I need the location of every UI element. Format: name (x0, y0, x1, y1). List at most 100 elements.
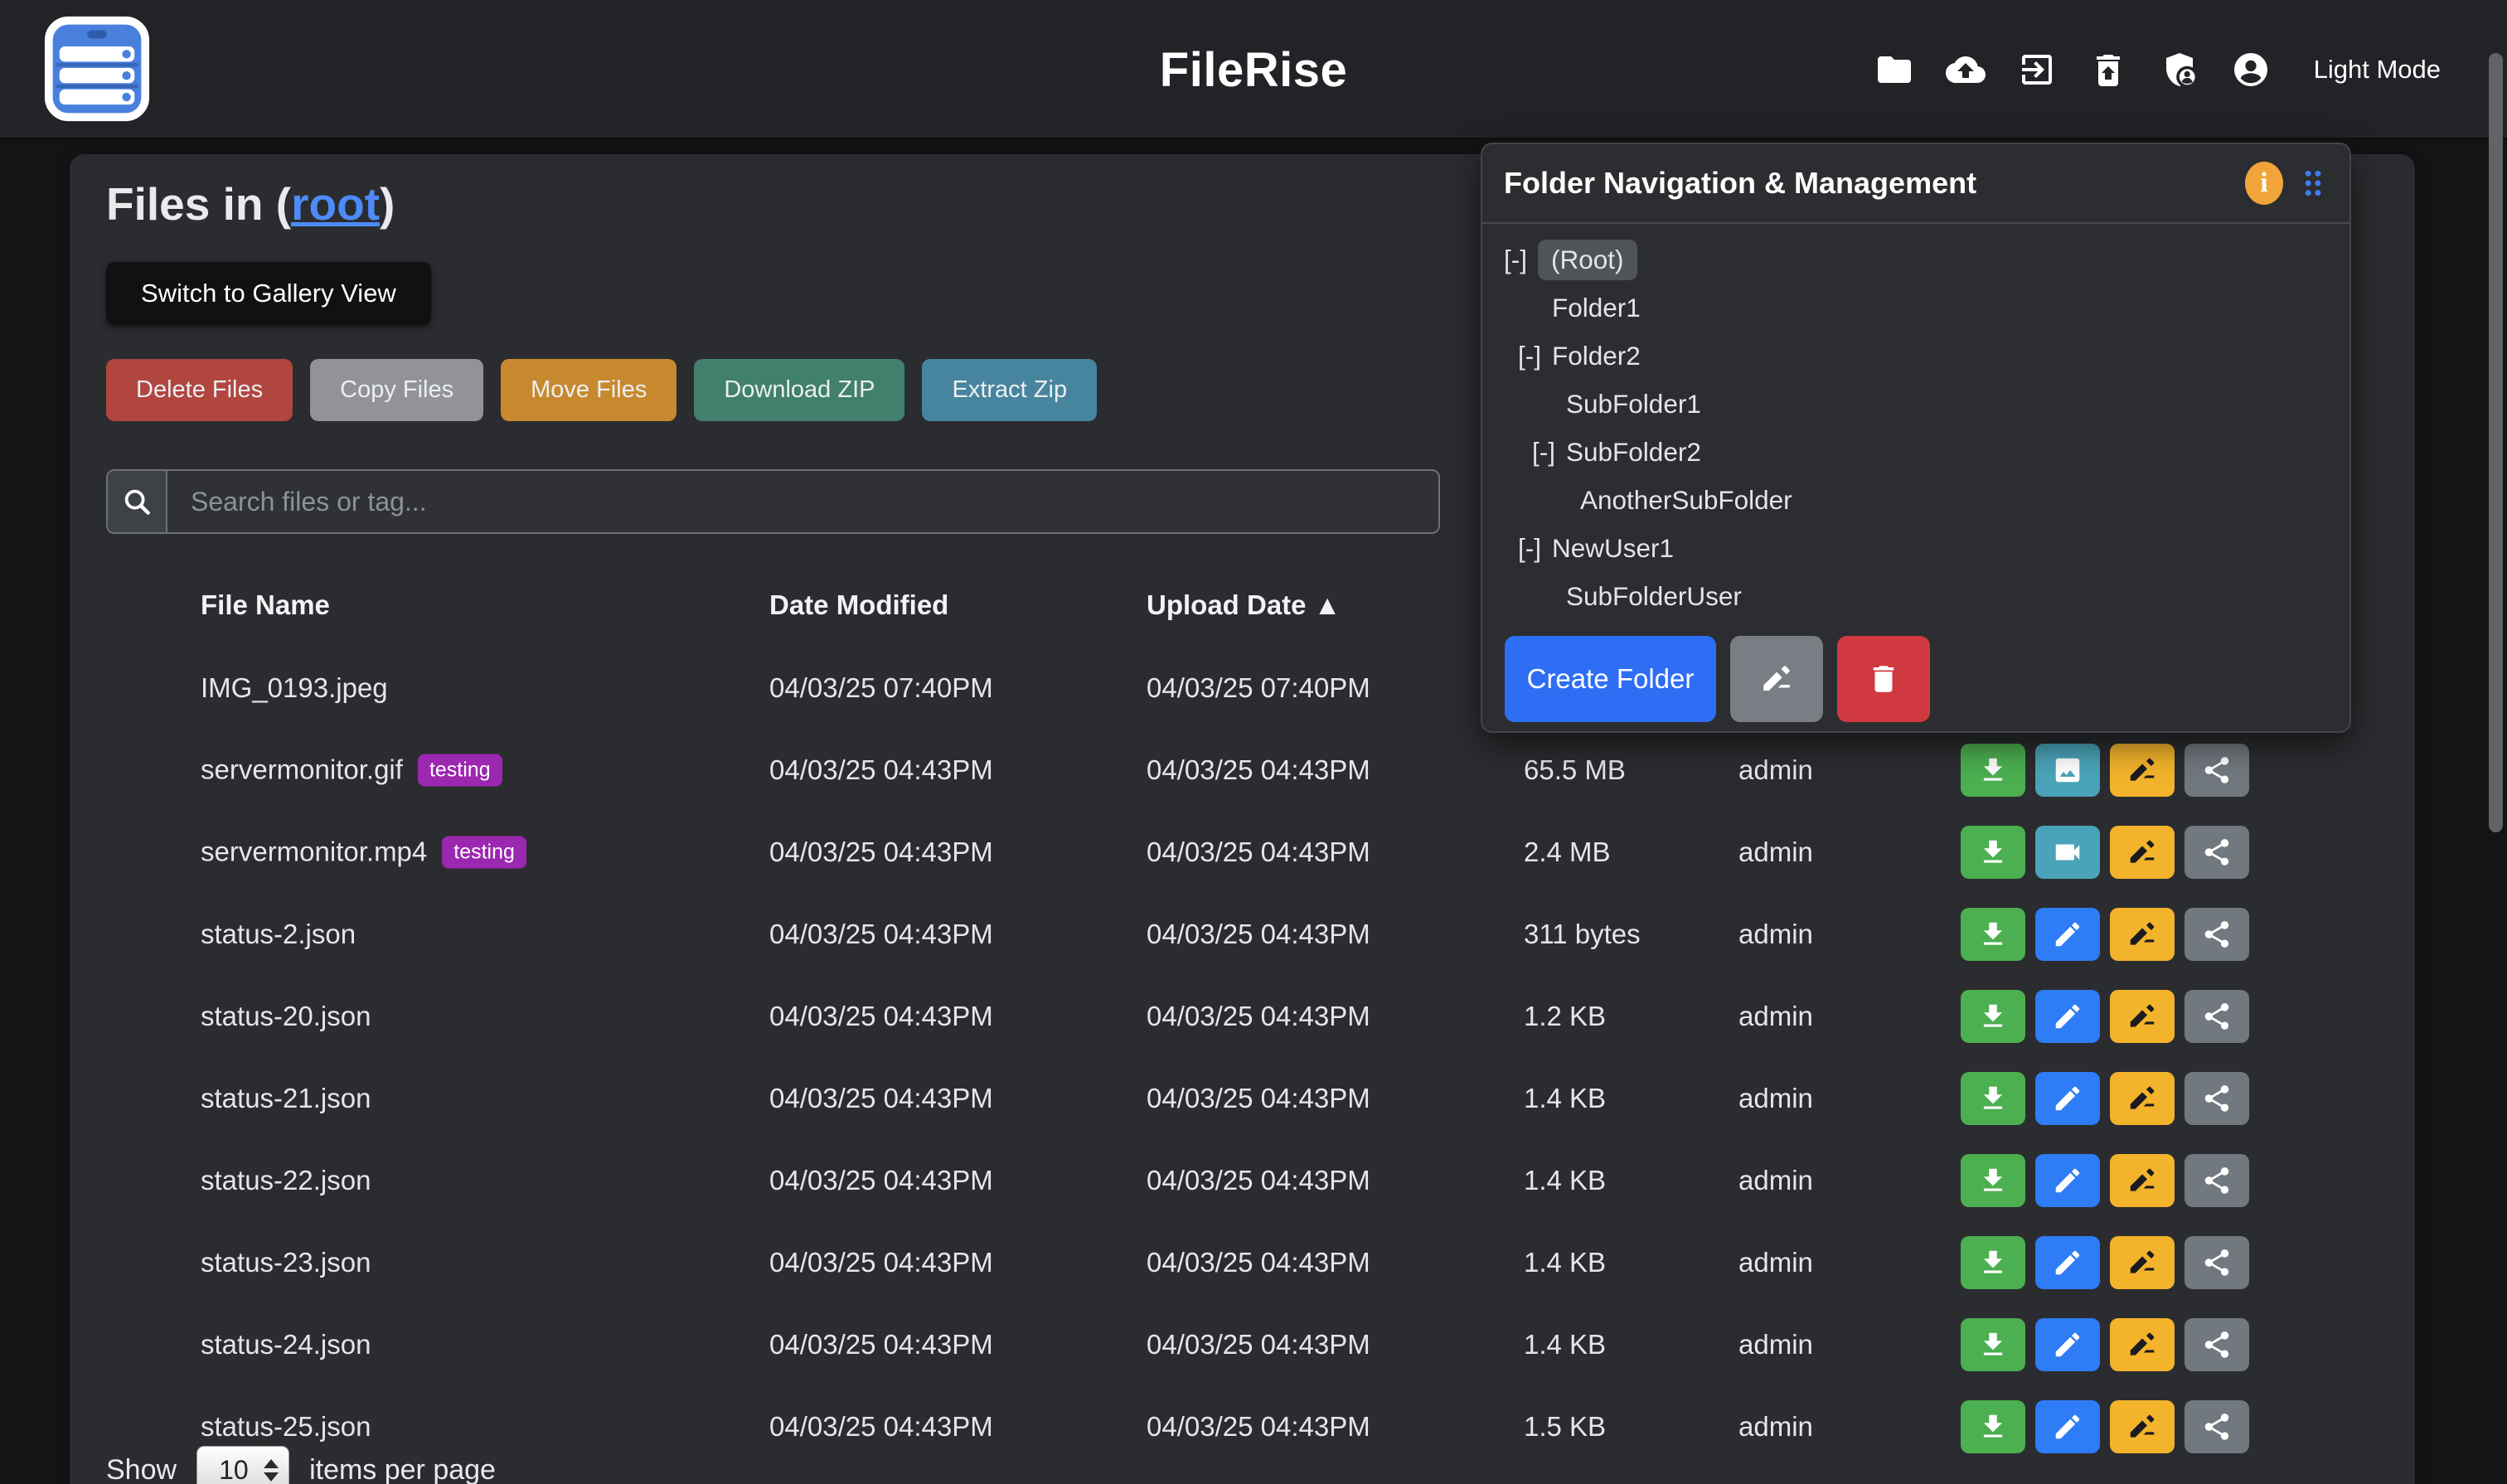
account-icon[interactable] (2231, 50, 2271, 90)
file-name[interactable]: servermonitor.mp4 (201, 837, 427, 868)
edit-button[interactable] (2035, 1236, 2100, 1289)
rename-button[interactable] (2110, 1318, 2175, 1371)
share-button[interactable] (2185, 744, 2249, 797)
file-name[interactable]: status-25.json (201, 1411, 371, 1443)
table-row: status-24.json04/03/25 04:43PM04/03/25 0… (70, 1303, 2415, 1385)
file-name[interactable]: status-21.json (201, 1083, 371, 1114)
tree-item[interactable]: [-]Folder2 (1482, 332, 2349, 380)
tree-folder-label[interactable]: Folder1 (1552, 293, 1641, 323)
rename-button[interactable] (2110, 990, 2175, 1043)
page-scrollbar[interactable] (2489, 53, 2503, 832)
tree-item[interactable]: AnotherSubFolder (1482, 476, 2349, 524)
file-name[interactable]: status-23.json (201, 1247, 371, 1278)
tree-folder-label[interactable]: SubFolder1 (1566, 389, 1701, 419)
file-name[interactable]: status-2.json (201, 919, 356, 950)
bulk-move-files-button[interactable]: Move Files (501, 359, 676, 421)
file-name[interactable]: status-22.json (201, 1165, 371, 1196)
create-folder-button[interactable]: Create Folder (1505, 636, 1716, 722)
drag-handle-icon[interactable] (2296, 164, 2330, 202)
download-button[interactable] (1961, 1154, 2025, 1207)
rename-button[interactable] (2110, 908, 2175, 961)
download-button[interactable] (1961, 744, 2025, 797)
edit-button[interactable] (2035, 1072, 2100, 1125)
edit-button[interactable] (2035, 990, 2100, 1043)
tree-folder-label[interactable]: SubFolderUser (1566, 581, 1742, 612)
rename-button[interactable] (2110, 1072, 2175, 1125)
download-button[interactable] (1961, 1318, 2025, 1371)
tree-folder-label[interactable]: NewUser1 (1552, 533, 1674, 564)
tree-toggle[interactable]: [-] (1518, 533, 1552, 564)
edit-button[interactable] (2035, 1400, 2100, 1453)
items-per-page-select[interactable]: 10 (196, 1446, 289, 1484)
bulk-extract-zip-button[interactable]: Extract Zip (922, 359, 1097, 421)
download-button[interactable] (1961, 1400, 2025, 1453)
rename-button[interactable] (2110, 1236, 2175, 1289)
tree-item[interactable]: [-]SubFolder2 (1482, 428, 2349, 476)
tree-folder-label[interactable]: SubFolder2 (1566, 437, 1701, 468)
download-button[interactable] (1961, 1236, 2025, 1289)
delete-folder-button[interactable] (1837, 636, 1930, 722)
rename-button[interactable] (2110, 1400, 2175, 1453)
col-header-file-name[interactable]: File Name (201, 589, 330, 621)
tree-folder-label[interactable]: (Root) (1538, 240, 1637, 280)
rename-button[interactable] (2110, 744, 2175, 797)
rename-button[interactable] (2110, 1154, 2175, 1207)
tree-item[interactable]: SubFolder1 (1482, 380, 2349, 428)
filerise-app: FileRise Light Mode Files in (root) Swit… (0, 0, 2507, 1484)
file-uploader: admin (1738, 1001, 1813, 1032)
bulk-delete-files-button[interactable]: Delete Files (106, 359, 293, 421)
share-button[interactable] (2185, 1236, 2249, 1289)
tree-toggle[interactable]: [-] (1504, 245, 1538, 275)
share-button[interactable] (2185, 1318, 2249, 1371)
admin-shield-icon[interactable] (2160, 50, 2199, 90)
rename-folder-button[interactable] (1730, 636, 1823, 722)
file-uploader: admin (1738, 1329, 1813, 1360)
file-name[interactable]: status-24.json (201, 1329, 371, 1360)
pencil-icon (1763, 666, 1790, 691)
search-icon[interactable] (108, 471, 167, 532)
date-modified: 04/03/25 07:40PM (769, 672, 993, 704)
share-button[interactable] (2185, 1072, 2249, 1125)
tree-item[interactable]: Folder1 (1482, 284, 2349, 332)
share-button[interactable] (2185, 1400, 2249, 1453)
tree-toggle[interactable]: [-] (1532, 437, 1566, 468)
upload-date: 04/03/25 04:43PM (1147, 1411, 1370, 1443)
file-name[interactable]: status-20.json (201, 1001, 371, 1032)
switch-gallery-view-button[interactable]: Switch to Gallery View (106, 262, 431, 325)
edit-button[interactable] (2035, 1154, 2100, 1207)
tree-folder-label[interactable]: AnotherSubFolder (1580, 485, 1792, 516)
file-name[interactable]: IMG_0193.jpeg (201, 672, 388, 704)
root-folder-link[interactable]: root (291, 178, 380, 230)
file-name[interactable]: servermonitor.gif (201, 754, 403, 786)
tree-toggle[interactable]: [-] (1518, 341, 1552, 371)
preview-video-button[interactable] (2035, 826, 2100, 879)
preview-image-button[interactable] (2035, 744, 2100, 797)
logout-icon[interactable] (2017, 50, 2057, 90)
share-button[interactable] (2185, 908, 2249, 961)
tree-item[interactable]: [-]NewUser1 (1482, 524, 2349, 572)
folder-icon[interactable] (1874, 50, 1914, 90)
bulk-copy-files-button[interactable]: Copy Files (310, 359, 483, 421)
bulk-download-zip-button[interactable]: Download ZIP (694, 359, 904, 421)
download-button[interactable] (1961, 1072, 2025, 1125)
tree-item[interactable]: SubFolderUser (1482, 572, 2349, 620)
tree-item[interactable]: [-](Root) (1482, 235, 2349, 284)
tree-folder-label[interactable]: Folder2 (1552, 341, 1641, 371)
cloud-upload-icon[interactable] (1946, 50, 1986, 90)
search-input[interactable] (167, 471, 1438, 532)
download-button[interactable] (1961, 990, 2025, 1043)
col-header-upload-date[interactable]: Upload Date ▲ (1147, 589, 1341, 621)
edit-button[interactable] (2035, 1318, 2100, 1371)
rename-button[interactable] (2110, 826, 2175, 879)
bulk-actions-row: Delete Files Copy Files Move Files Download… (106, 359, 1097, 421)
col-header-date-modified[interactable]: Date Modified (769, 589, 948, 621)
info-icon[interactable]: i (2245, 162, 2283, 205)
share-button[interactable] (2185, 826, 2249, 879)
share-button[interactable] (2185, 990, 2249, 1043)
share-button[interactable] (2185, 1154, 2249, 1207)
download-button[interactable] (1961, 826, 2025, 879)
download-button[interactable] (1961, 908, 2025, 961)
edit-button[interactable] (2035, 908, 2100, 961)
restore-trash-icon[interactable] (2088, 50, 2128, 90)
theme-toggle-button[interactable]: Light Mode (2314, 55, 2441, 85)
